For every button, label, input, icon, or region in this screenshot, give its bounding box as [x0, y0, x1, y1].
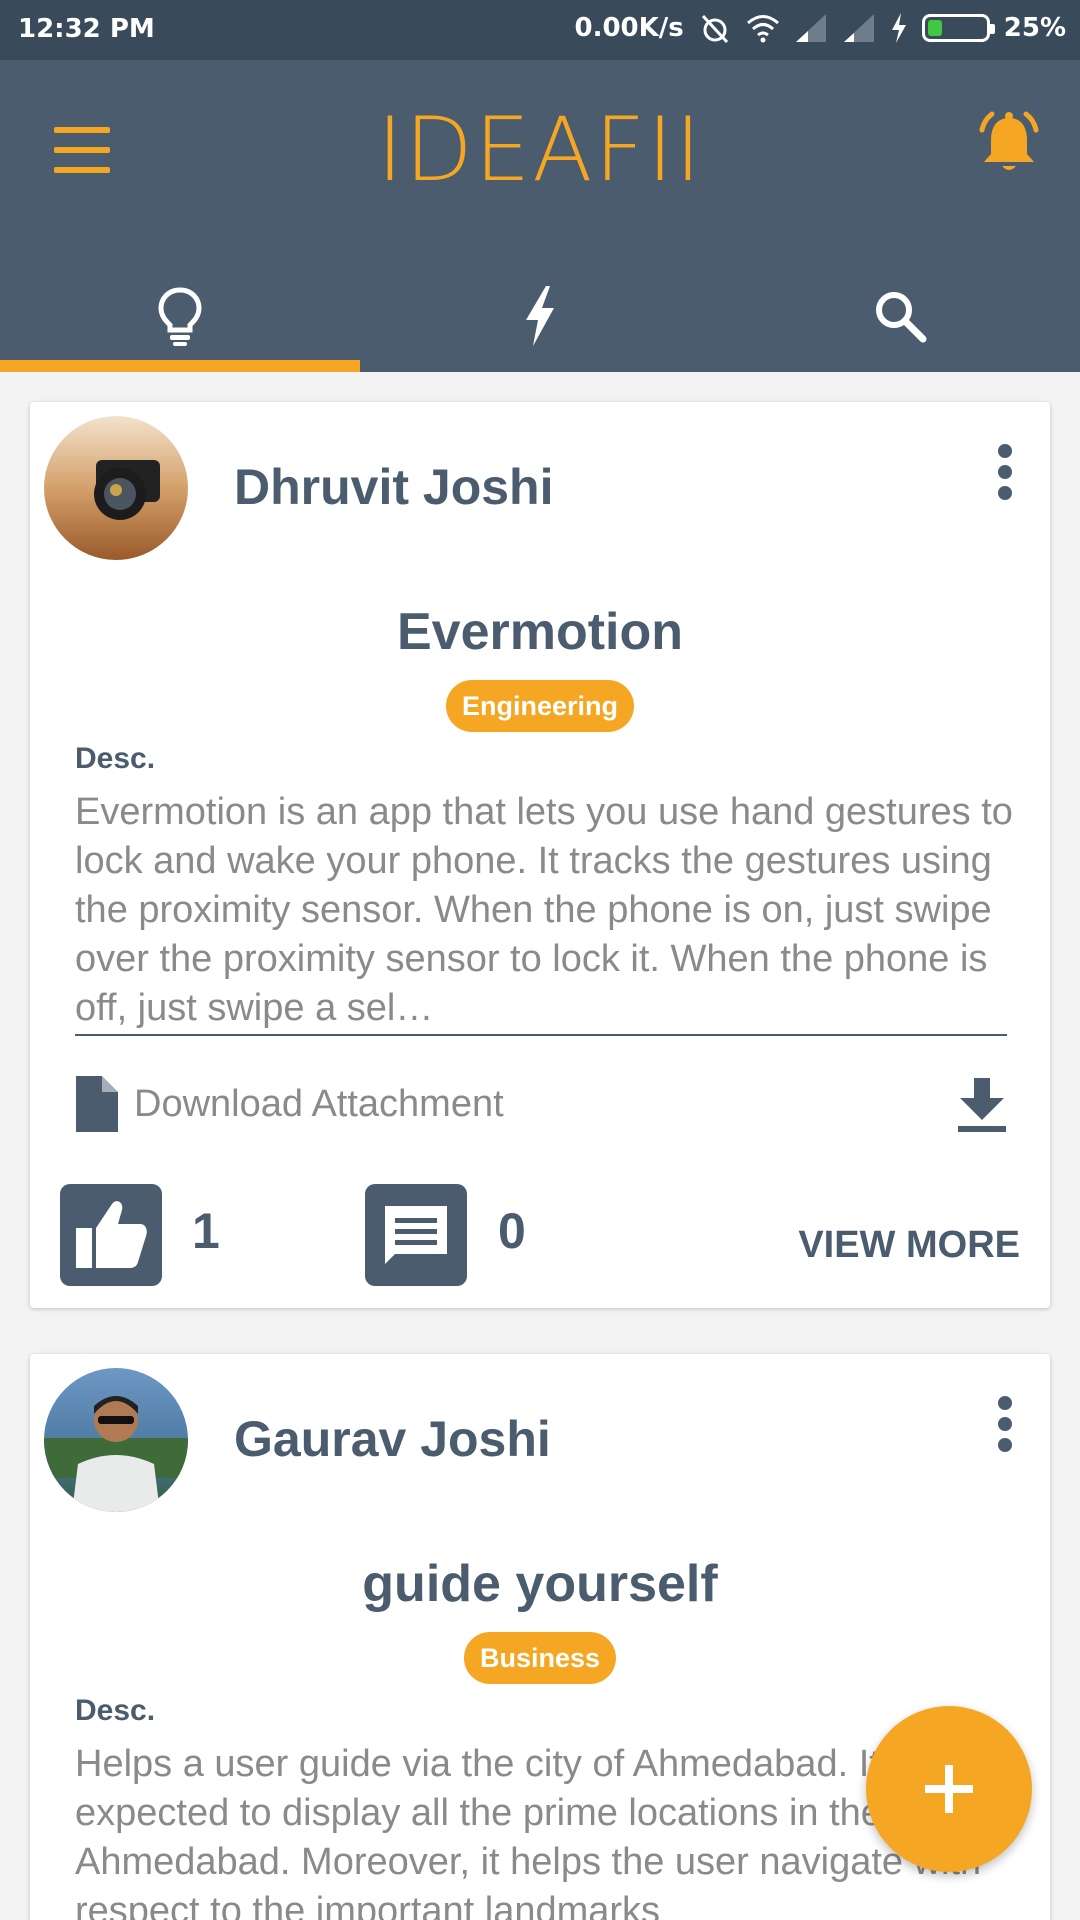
attachment-label: Download Attachment — [134, 1082, 504, 1125]
category-badge: Business — [463, 1632, 617, 1684]
idea-title: guide yourself — [362, 1555, 718, 1613]
add-idea-button[interactable] — [866, 1706, 1032, 1872]
notification-bell-icon[interactable] — [972, 108, 1046, 182]
author-name[interactable]: Dhruvit Joshi — [234, 458, 553, 516]
more-options-button[interactable] — [990, 1396, 1020, 1466]
status-bar: 12:32 PM 0.00K/s 25% — [0, 0, 1080, 60]
file-icon — [76, 1076, 118, 1132]
desc-label: Desc. — [75, 1694, 156, 1727]
like-count: 1 — [192, 1203, 220, 1259]
tab-search[interactable] — [720, 260, 1080, 372]
lightbulb-icon — [158, 287, 202, 346]
camera-photo-icon — [44, 416, 188, 560]
battery-icon — [921, 14, 995, 42]
comment-button[interactable] — [365, 1184, 467, 1286]
author-name[interactable]: Gaurav Joshi — [234, 1410, 551, 1468]
download-attachment-link[interactable]: Download Attachment — [72, 1072, 504, 1136]
comment-count: 0 — [498, 1203, 526, 1259]
tab-trending[interactable] — [360, 260, 720, 372]
tab-ideas[interactable] — [0, 260, 360, 372]
person-photo-icon — [44, 1368, 188, 1512]
desc-label: Desc. — [75, 742, 156, 775]
signal-2-icon — [843, 14, 874, 42]
thumbs-up-icon — [76, 1201, 147, 1268]
avatar[interactable] — [44, 1368, 188, 1512]
tab-bar — [0, 260, 1080, 372]
search-icon — [876, 292, 927, 343]
signal-icon — [795, 14, 826, 42]
view-more-button[interactable]: VIEW MORE — [798, 1224, 1020, 1267]
comment-icon — [385, 1206, 447, 1264]
download-icon[interactable] — [954, 1076, 1010, 1134]
charging-icon — [891, 13, 906, 43]
divider — [75, 1034, 1007, 1036]
plus-icon — [925, 1765, 973, 1813]
status-time: 12:32 PM — [18, 14, 155, 44]
network-speed: 0.00K/s — [574, 13, 684, 43]
more-options-button[interactable] — [990, 444, 1020, 514]
app-title: IDEAFII — [376, 98, 704, 201]
category-badge: Engineering — [445, 680, 635, 732]
idea-title: Evermotion — [396, 603, 684, 661]
lightning-icon — [526, 286, 554, 346]
wifi-icon — [746, 15, 779, 43]
alarm-off-icon — [701, 14, 728, 44]
battery-fill — [927, 20, 942, 36]
app-bar: IDEAFII — [0, 60, 1080, 372]
idea-description: Evermotion is an app that lets you use h… — [75, 791, 1013, 1029]
battery-percent: 25% — [1003, 13, 1066, 43]
like-button[interactable] — [60, 1184, 162, 1286]
avatar[interactable] — [44, 416, 188, 560]
idea-card: Dhruvit Joshi Evermotion Engineering Des… — [30, 402, 1050, 1308]
